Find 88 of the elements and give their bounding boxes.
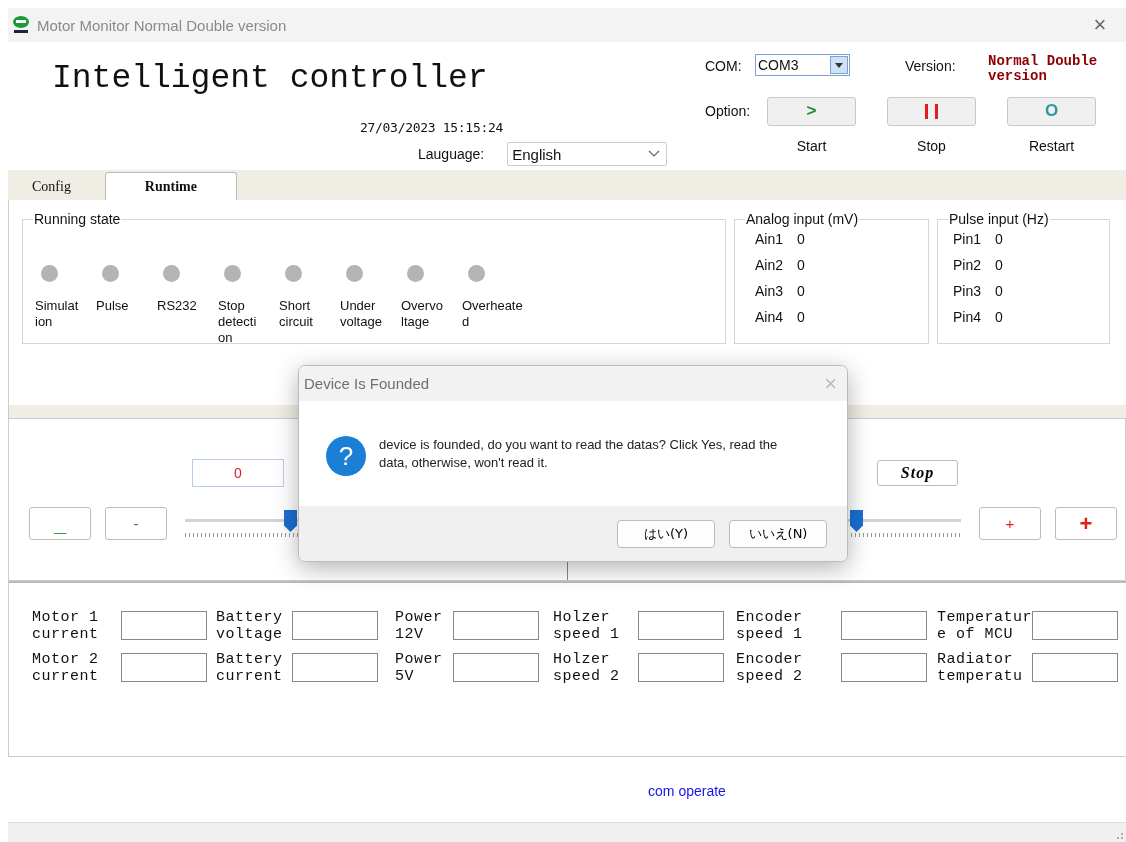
chevron-icon bbox=[648, 150, 661, 158]
readout-label: Temperature of MCU bbox=[937, 609, 1032, 643]
readout-label: Power 5V bbox=[395, 651, 444, 685]
readout-field[interactable] bbox=[1032, 653, 1118, 682]
slider-thumb[interactable] bbox=[284, 510, 297, 532]
status-label: Under voltage bbox=[340, 298, 383, 330]
group-title: Analog input (mV) bbox=[745, 211, 860, 227]
app-logo-icon bbox=[11, 15, 31, 35]
tab[interactable]: Runtime bbox=[104, 172, 237, 200]
readout-field[interactable] bbox=[638, 653, 724, 682]
channel-value: 0 bbox=[797, 283, 805, 300]
pause-icon bbox=[925, 103, 938, 119]
com-label: COM: bbox=[705, 58, 743, 74]
com-dropdown[interactable]: COM3 bbox=[755, 54, 850, 76]
channel-label: Pin4 bbox=[953, 309, 983, 326]
dialog-button[interactable]: いいえ(N) bbox=[729, 519, 827, 548]
dialog-button[interactable]: はい(Y) bbox=[617, 519, 715, 548]
readout-label: Motor 1 current bbox=[32, 609, 100, 643]
readout-label: Radiator temperatu bbox=[937, 651, 1024, 685]
language-label: Lauguage: bbox=[418, 146, 485, 162]
readout-label: Battery current bbox=[216, 651, 284, 685]
channel-label: Ain2 bbox=[755, 257, 785, 274]
readout-label: Holzer speed 1 bbox=[553, 609, 621, 643]
status-label: Stop detection bbox=[218, 298, 258, 346]
channel-label: Ain1 bbox=[755, 231, 785, 248]
channel-label: Pin2 bbox=[953, 257, 983, 274]
step-button[interactable]: - bbox=[105, 507, 167, 540]
readout-label: Motor 2 current bbox=[32, 651, 100, 685]
channel-value: 0 bbox=[797, 257, 805, 274]
stop-button[interactable]: Stop bbox=[877, 460, 958, 486]
option-caption: Restart bbox=[1027, 138, 1076, 154]
status-label: RS232 bbox=[157, 298, 198, 314]
option-label: Option: bbox=[705, 103, 752, 119]
date-time: 27/03/2023 15:15:24 bbox=[360, 120, 504, 135]
dialog-title: Device Is Founded bbox=[304, 375, 430, 392]
question-icon: ? bbox=[326, 436, 366, 476]
close-button[interactable]: × bbox=[1080, 14, 1120, 36]
readout-field[interactable] bbox=[453, 653, 539, 682]
channel-label: Ain4 bbox=[755, 309, 785, 326]
readout-field[interactable] bbox=[638, 611, 724, 640]
resize-grip-icon bbox=[1116, 832, 1124, 840]
readout-field[interactable] bbox=[292, 653, 378, 682]
app-title: Intelligent controller bbox=[51, 59, 489, 99]
channel-value: 0 bbox=[995, 257, 1003, 274]
status-label: Overvoltage bbox=[401, 298, 444, 330]
channel-label: Pin1 bbox=[953, 231, 983, 248]
start-button[interactable]: > bbox=[767, 96, 856, 126]
readout-field[interactable] bbox=[121, 653, 207, 682]
channel-value: 0 bbox=[797, 309, 805, 326]
status-label: Simulation bbox=[35, 298, 79, 330]
version-value: Normal Double version bbox=[988, 54, 1099, 84]
group-title: Running state bbox=[33, 211, 122, 227]
channel-label: Pin3 bbox=[953, 283, 983, 300]
restart-button[interactable]: O bbox=[1007, 96, 1096, 126]
language-dropdown[interactable]: English bbox=[507, 142, 668, 166]
readout-label: Encoder speed 2 bbox=[736, 651, 804, 685]
readout-field[interactable] bbox=[841, 611, 927, 640]
option-caption: Start bbox=[795, 138, 828, 154]
channel-value: 0 bbox=[995, 231, 1003, 248]
readout-label: Battery voltage bbox=[216, 609, 284, 643]
channel-value: 0 bbox=[995, 283, 1003, 300]
readout-field[interactable] bbox=[841, 653, 927, 682]
readout-field[interactable] bbox=[292, 611, 378, 640]
tab[interactable]: Config bbox=[10, 173, 93, 200]
step-button[interactable]: + bbox=[979, 507, 1041, 540]
channel-label: Ain3 bbox=[755, 283, 785, 300]
readout-label: Power 12V bbox=[395, 609, 444, 643]
readout-field[interactable] bbox=[453, 611, 539, 640]
step-button[interactable]: + bbox=[1055, 507, 1117, 540]
version-label: Version: bbox=[905, 58, 957, 74]
value-field[interactable]: 0 bbox=[192, 459, 284, 487]
pause-button[interactable] bbox=[887, 96, 976, 126]
dialog-message: device is founded, do you want to read the datas? Click Yes, read the data, otherwise, won't read it. bbox=[379, 436, 779, 472]
slider-thumb[interactable] bbox=[850, 510, 863, 532]
status-label: Overheated bbox=[462, 298, 523, 330]
com-operate-link[interactable]: com operate bbox=[648, 783, 726, 799]
readout-field[interactable] bbox=[121, 611, 207, 640]
group-title: Pulse input (Hz) bbox=[948, 211, 1050, 227]
window-title: Motor Monitor Normal Double version bbox=[37, 16, 288, 34]
channel-value: 0 bbox=[797, 231, 805, 248]
readout-label: Holzer speed 2 bbox=[553, 651, 621, 685]
readout-label: Encoder speed 1 bbox=[736, 609, 804, 643]
readout-field[interactable] bbox=[1032, 611, 1118, 640]
status-label: Pulse bbox=[96, 298, 130, 314]
status-label: Short circuit bbox=[279, 298, 314, 330]
channel-value: 0 bbox=[995, 309, 1003, 326]
step-button[interactable]: _ bbox=[29, 507, 91, 540]
option-caption: Stop bbox=[916, 138, 947, 154]
